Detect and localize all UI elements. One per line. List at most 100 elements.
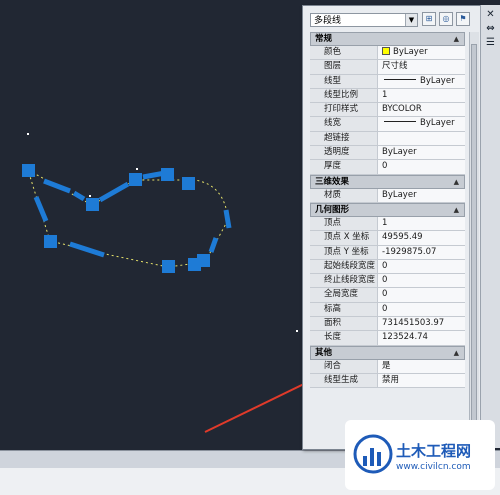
- property-row[interactable]: 面积 731451503.97: [310, 317, 465, 332]
- property-value[interactable]: ByLayer: [378, 188, 465, 202]
- collapse-icon[interactable]: ▲: [454, 347, 459, 359]
- property-value-text: 731451503.97: [382, 318, 445, 329]
- property-value[interactable]: -1929875.07: [378, 245, 465, 259]
- property-value[interactable]: ByLayer: [378, 46, 465, 60]
- palette-title-strip: ✕ ⇔ ☰: [480, 5, 500, 448]
- property-key: 打印样式: [310, 103, 378, 117]
- property-value[interactable]: 尺寸线: [378, 60, 465, 74]
- property-row[interactable]: 线型比例 1: [310, 88, 465, 104]
- watermark-title: 土木工程网: [396, 442, 472, 460]
- object-type-value: 多段线: [314, 16, 342, 26]
- property-value[interactable]: 是: [378, 359, 465, 373]
- property-value[interactable]: 0: [378, 288, 465, 302]
- property-value-text: 尺寸线: [382, 61, 408, 72]
- property-row[interactable]: 顶点 1: [310, 216, 465, 232]
- property-key: 线型比例: [310, 88, 378, 103]
- property-value[interactable]: [378, 131, 465, 146]
- grip: [22, 164, 35, 177]
- quick-select-icon[interactable]: ⚑: [456, 12, 470, 26]
- property-grid: 常规 ▲ 颜色 ByLayer 图层 尺寸线 线型 ByLayer 线型比例 1 打印样式 BYCOL…: [310, 32, 465, 389]
- property-value[interactable]: 123524.74: [378, 331, 465, 345]
- property-value-text: BYCOLOR: [382, 104, 422, 115]
- property-row[interactable]: 打印样式 BYCOLOR: [310, 103, 465, 118]
- property-value[interactable]: ByLayer: [378, 117, 465, 131]
- property-value-text: 1: [382, 89, 388, 100]
- property-row[interactable]: 顶点 Y 坐标 -1929875.07: [310, 245, 465, 260]
- property-row[interactable]: 线型 ByLayer: [310, 74, 465, 89]
- property-row[interactable]: 颜色 ByLayer: [310, 46, 465, 61]
- grip: [44, 235, 57, 248]
- property-value-text: 禁用: [382, 374, 400, 385]
- auto-hide-icon[interactable]: ⇔: [484, 23, 497, 35]
- property-row[interactable]: 长度 123524.74: [310, 331, 465, 346]
- property-row[interactable]: 全局宽度 0: [310, 288, 465, 303]
- property-key: 线型生成: [310, 373, 378, 388]
- palette-scrollbar[interactable]: [469, 32, 479, 442]
- scrollbar-thumb[interactable]: [471, 44, 477, 424]
- chevron-down-icon[interactable]: ▼: [405, 14, 417, 26]
- property-value[interactable]: ByLayer: [378, 74, 465, 88]
- property-key: 线宽: [310, 117, 378, 131]
- property-row[interactable]: 透明度 ByLayer: [310, 146, 465, 161]
- collapse-icon[interactable]: ▲: [454, 176, 459, 188]
- grip: [197, 254, 210, 267]
- section-header[interactable]: 三维效果 ▲: [310, 174, 465, 189]
- property-value-text: 0: [382, 289, 388, 300]
- property-row[interactable]: 线宽 ByLayer: [310, 117, 465, 132]
- property-value[interactable]: 731451503.97: [378, 317, 465, 331]
- property-key: 标高: [310, 302, 378, 317]
- property-row[interactable]: 闭合是: [310, 359, 465, 374]
- property-value[interactable]: ByLayer: [378, 146, 465, 160]
- property-key: 全局宽度: [310, 288, 378, 302]
- property-row[interactable]: 超链接: [310, 131, 465, 147]
- close-icon[interactable]: ✕: [484, 9, 497, 21]
- property-value-text: 123524.74: [382, 332, 428, 343]
- property-key: 透明度: [310, 146, 378, 160]
- property-row[interactable]: 标高 0: [310, 302, 465, 318]
- property-row[interactable]: 线型生成 禁用: [310, 373, 465, 389]
- property-key: 终止线段宽度: [310, 274, 378, 288]
- property-value[interactable]: 1: [378, 216, 465, 231]
- section-header[interactable]: 常规 ▲: [310, 32, 465, 46]
- collapse-icon[interactable]: ▲: [454, 33, 459, 45]
- grip: [129, 173, 142, 186]
- properties-palette: 多段线 ▼ ⊞ ◎ ⚑ 常规 ▲ 颜色 ByLayer 图层 尺寸线 线型 ByLayer 线型…: [302, 5, 482, 450]
- property-value[interactable]: 1: [378, 88, 465, 103]
- property-value[interactable]: 0: [378, 160, 465, 174]
- section-title: 其他: [315, 347, 333, 358]
- property-value-text: 0: [382, 260, 388, 271]
- property-value[interactable]: 0: [378, 302, 465, 317]
- section-header[interactable]: 其他 ▲: [310, 345, 465, 360]
- property-value-text: 0: [382, 161, 388, 172]
- property-key: 顶点: [310, 216, 378, 231]
- property-value-text: ByLayer: [420, 75, 455, 86]
- property-value-text: 49595.49: [382, 232, 423, 243]
- property-row[interactable]: 终止线段宽度 0: [310, 274, 465, 289]
- property-value[interactable]: 49595.49: [378, 231, 465, 245]
- property-value[interactable]: 0: [378, 274, 465, 288]
- collapse-icon[interactable]: ▲: [454, 204, 459, 216]
- property-value-text: ByLayer: [382, 147, 417, 158]
- property-value-text: 0: [382, 303, 388, 314]
- toggle-pickadd-icon[interactable]: ⊞: [422, 12, 436, 26]
- grip: [161, 168, 174, 181]
- property-row[interactable]: 起始线段宽度 0: [310, 259, 465, 275]
- section-header[interactable]: 几何图形 ▲: [310, 202, 465, 217]
- property-key: 厚度: [310, 160, 378, 174]
- color-swatch: [382, 47, 390, 55]
- property-row[interactable]: 材质 ByLayer: [310, 188, 465, 203]
- object-type-select[interactable]: 多段线 ▼: [310, 13, 418, 27]
- property-row[interactable]: 图层 尺寸线: [310, 60, 465, 75]
- linetype-preview: [384, 78, 416, 80]
- property-value[interactable]: BYCOLOR: [378, 103, 465, 117]
- property-value[interactable]: 0: [378, 259, 465, 274]
- property-key: 顶点 Y 坐标: [310, 245, 378, 259]
- properties-menu-icon[interactable]: ☰: [484, 37, 497, 49]
- property-key: 面积: [310, 317, 378, 331]
- select-objects-icon[interactable]: ◎: [439, 12, 453, 26]
- property-value[interactable]: 禁用: [378, 373, 465, 388]
- property-row[interactable]: 顶点 X 坐标 49595.49: [310, 231, 465, 246]
- property-row[interactable]: 厚度 0: [310, 160, 465, 175]
- property-key: 颜色: [310, 46, 378, 60]
- property-value-text: ByLayer: [420, 118, 455, 129]
